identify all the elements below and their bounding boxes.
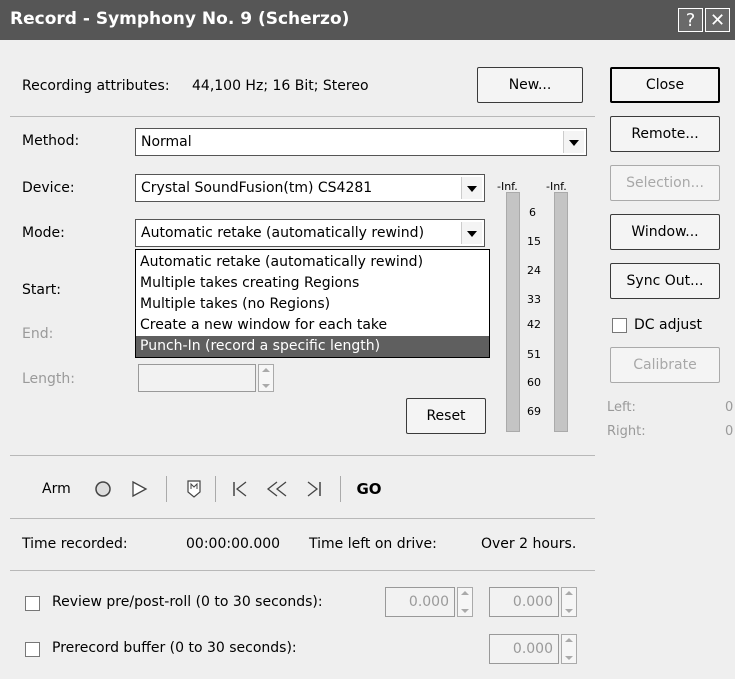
record-icon[interactable] (90, 476, 116, 502)
prerecord-buffer-checkbox[interactable] (25, 642, 40, 657)
length-input[interactable] (138, 364, 256, 392)
reset-button[interactable]: Reset (406, 398, 486, 434)
right-level-meter (554, 192, 568, 432)
window-button[interactable]: Window... (610, 214, 720, 250)
meter-tick: 33 (527, 293, 541, 306)
meter-tick: 69 (527, 405, 541, 418)
prerecord-buffer-spinner[interactable] (561, 634, 577, 664)
divider (10, 455, 595, 456)
right-level-value: 0 (725, 424, 734, 439)
sync-out-button[interactable]: Sync Out... (610, 263, 720, 299)
prerecord-buffer-label: Prerecord buffer (0 to 30 seconds): (52, 640, 297, 656)
close-window-button[interactable]: ✕ (705, 8, 730, 32)
recording-attributes-value: 44,100 Hz; 16 Bit; Stereo (192, 78, 369, 94)
arm-label: Arm (42, 481, 71, 497)
left-level-meter (506, 192, 520, 432)
record-dialog: Record - Symphony No. 9 (Scherzo) ? ✕ Re… (0, 0, 735, 679)
chevron-down-icon (461, 222, 482, 244)
mode-dropdown-list: Automatic retake (automatically rewind) … (135, 249, 490, 358)
recording-attributes-label: Recording attributes: (22, 78, 170, 94)
device-value: Crystal SoundFusion(tm) CS4281 (141, 180, 373, 196)
right-level-label: Right: (607, 424, 646, 439)
method-label: Method: (22, 133, 80, 149)
remote-button[interactable]: Remote... (610, 116, 720, 152)
meter-tick: 15 (527, 235, 541, 248)
left-level-value: 0 (725, 400, 734, 415)
length-label: Length: (22, 371, 76, 387)
review-pre-roll-spinner[interactable] (457, 587, 473, 617)
mode-select[interactable]: Automatic retake (automatically rewind) (135, 219, 485, 247)
play-icon[interactable] (126, 476, 152, 502)
mode-option[interactable]: Multiple takes (no Regions) (136, 294, 489, 315)
toolbar-separator (340, 476, 341, 502)
mode-option-selected[interactable]: Punch-In (record a specific length) (136, 336, 489, 357)
meter-tick: 51 (527, 348, 541, 361)
left-level-label: Left: (607, 400, 636, 415)
go-to-start-icon[interactable] (227, 476, 253, 502)
meter-tick: 6 (529, 206, 536, 219)
marker-icon[interactable] (181, 476, 207, 502)
divider (10, 116, 595, 117)
chevron-down-icon (461, 177, 482, 199)
chevron-down-icon (563, 131, 584, 153)
review-post-roll-input[interactable]: 0.000 (489, 587, 559, 617)
divider (10, 570, 595, 571)
time-recorded-label: Time recorded: (22, 536, 128, 552)
start-label: Start: (22, 282, 61, 298)
calibrate-button[interactable]: Calibrate (610, 347, 720, 383)
go-to-end-icon[interactable] (301, 476, 327, 502)
device-label: Device: (22, 180, 75, 196)
new-button[interactable]: New... (477, 67, 583, 103)
review-post-roll-spinner[interactable] (561, 587, 577, 617)
dc-adjust-checkbox[interactable] (612, 318, 627, 333)
review-pre-post-roll-label: Review pre/post-roll (0 to 30 seconds): (52, 594, 323, 610)
go-button[interactable]: GO (352, 476, 386, 502)
rewind-icon[interactable] (263, 476, 291, 502)
window-title: Record - Symphony No. 9 (Scherzo) (10, 9, 350, 29)
length-spinner[interactable] (258, 364, 274, 392)
selection-button[interactable]: Selection... (610, 165, 720, 201)
meter-tick: 42 (527, 318, 541, 331)
review-pre-roll-input[interactable]: 0.000 (385, 587, 455, 617)
method-value: Normal (141, 134, 192, 150)
meter-tick: 24 (527, 264, 541, 277)
meter-tick: 60 (527, 376, 541, 389)
mode-option[interactable]: Create a new window for each take (136, 315, 489, 336)
review-pre-post-roll-checkbox[interactable] (25, 596, 40, 611)
time-left-label: Time left on drive: (309, 536, 437, 552)
title-bar: Record - Symphony No. 9 (Scherzo) ? ✕ (0, 0, 735, 40)
help-button[interactable]: ? (678, 8, 703, 32)
mode-value: Automatic retake (automatically rewind) (141, 225, 425, 241)
time-left-value: Over 2 hours. (481, 536, 577, 552)
prerecord-buffer-input[interactable]: 0.000 (489, 634, 559, 664)
toolbar-separator (215, 476, 216, 502)
end-label: End: (22, 326, 54, 342)
method-select[interactable]: Normal (135, 128, 587, 156)
mode-label: Mode: (22, 225, 65, 241)
close-button[interactable]: Close (610, 67, 720, 103)
dc-adjust-label: DC adjust (634, 317, 703, 333)
toolbar-separator (166, 476, 167, 502)
device-select[interactable]: Crystal SoundFusion(tm) CS4281 (135, 174, 485, 202)
mode-option[interactable]: Automatic retake (automatically rewind) (136, 252, 489, 273)
time-recorded-value: 00:00:00.000 (186, 536, 281, 552)
divider (10, 518, 595, 519)
mode-option[interactable]: Multiple takes creating Regions (136, 273, 489, 294)
